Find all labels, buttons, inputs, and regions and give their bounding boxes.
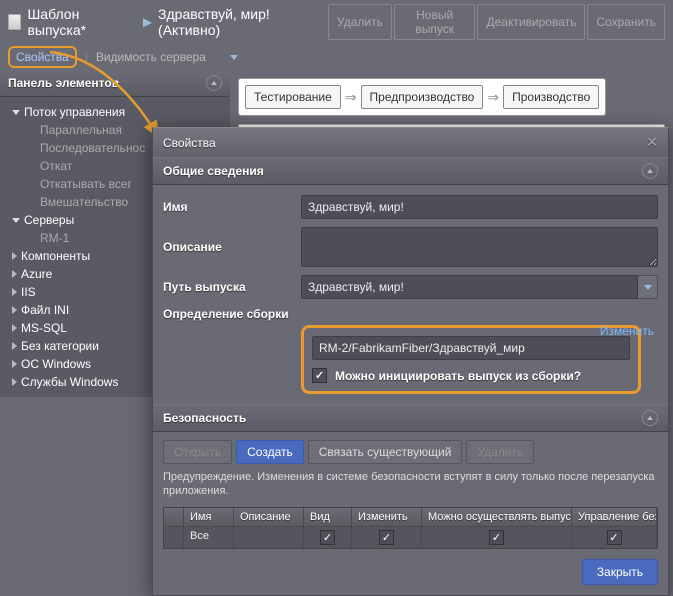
delete-button[interactable]: Удалить — [328, 4, 392, 40]
document-icon — [8, 14, 21, 30]
stage-prod[interactable]: Производство — [503, 85, 599, 109]
collapse-icon[interactable] — [206, 75, 222, 91]
tree-control-flow[interactable]: Поток управления — [4, 103, 226, 121]
name-input[interactable] — [301, 195, 658, 219]
build-definition-highlight: ✓ Можно инициировать выпуск из сборки? — [301, 325, 641, 394]
security-row[interactable]: Все ✓ ✓ ✓ ✓ — [164, 527, 657, 548]
security-grid: Имя Описание Вид Изменить Можно осуществ… — [163, 507, 658, 549]
save-button[interactable]: Сохранить — [587, 4, 665, 40]
release-path-select[interactable]: Здравствуй, мир! — [301, 275, 638, 299]
perm-edit-checkbox[interactable]: ✓ — [379, 530, 394, 545]
build-definition-input[interactable] — [312, 336, 630, 360]
perm-manage-checkbox[interactable]: ✓ — [607, 530, 622, 545]
collapse-icon[interactable] — [642, 410, 658, 426]
dialog-title: Свойства — [163, 136, 216, 150]
dialog-titlebar[interactable]: Свойства ✕ — [153, 128, 668, 157]
close-icon[interactable]: ✕ — [646, 134, 658, 151]
collapse-icon[interactable] — [642, 163, 658, 179]
col-desc[interactable]: Описание — [234, 508, 304, 527]
tab-server-visibility-label: Видимость сервера — [96, 50, 206, 64]
new-release-button[interactable]: Новый выпуск — [394, 4, 476, 40]
divider: | — [85, 50, 88, 64]
col-release[interactable]: Можно осуществлять выпуск — [422, 508, 572, 527]
arrow-icon: ⇒ — [341, 89, 361, 106]
delete-security-button[interactable]: Удалить — [466, 440, 534, 464]
chevron-down-icon — [230, 55, 238, 60]
toolbox-header[interactable]: Панель элементов — [0, 70, 230, 97]
properties-dialog: Свойства ✕ Общие сведения Имя Описание П… — [152, 127, 669, 596]
toolbox-title: Панель элементов — [8, 76, 119, 90]
link-existing-button[interactable]: Связать существующий — [308, 440, 463, 464]
change-link[interactable]: Изменить — [600, 324, 654, 338]
build-def-label: Определение сборки — [163, 307, 293, 321]
trigger-from-build-checkbox[interactable]: ✓ — [312, 368, 327, 383]
col-blank — [164, 508, 184, 527]
arrow-icon: ⇒ — [483, 89, 503, 106]
sub-bar: Свойства | Видимость сервера — [0, 44, 673, 70]
section-general[interactable]: Общие сведения — [153, 157, 668, 185]
col-edit[interactable]: Изменить — [352, 508, 422, 527]
col-view[interactable]: Вид — [304, 508, 352, 527]
stage-testing[interactable]: Тестирование — [245, 85, 341, 109]
create-button[interactable]: Создать — [236, 440, 304, 464]
breadcrumb-template[interactable]: Шаблон выпуска* — [27, 6, 136, 38]
name-label: Имя — [163, 200, 293, 214]
tab-server-visibility[interactable]: Видимость сервера — [96, 50, 238, 64]
section-security[interactable]: Безопасность — [153, 404, 668, 432]
perm-release-checkbox[interactable]: ✓ — [489, 530, 504, 545]
open-button[interactable]: Открыть — [163, 440, 232, 464]
stage-pipeline: Тестирование ⇒ Предпроизводство ⇒ Произв… — [238, 78, 606, 116]
deactivate-button[interactable]: Деактивировать — [477, 4, 585, 40]
breadcrumb-release[interactable]: Здравствуй, мир! (Активно) — [158, 6, 328, 38]
close-button[interactable]: Закрыть — [582, 559, 658, 585]
security-warning: Предупреждение. Изменения в системе безо… — [153, 468, 668, 507]
description-input[interactable] — [301, 227, 658, 267]
release-path-label: Путь выпуска — [163, 280, 293, 294]
col-name[interactable]: Имя — [184, 508, 234, 527]
perm-view-checkbox[interactable]: ✓ — [320, 530, 335, 545]
row-name: Все — [184, 527, 234, 548]
col-manage[interactable]: Управление без... — [572, 508, 657, 527]
top-bar: Шаблон выпуска* ▶ Здравствуй, мир! (Акти… — [0, 0, 673, 44]
stage-preprod[interactable]: Предпроизводство — [361, 85, 484, 109]
description-label: Описание — [163, 240, 293, 254]
dropdown-icon[interactable] — [638, 275, 658, 299]
trigger-from-build-label: Можно инициировать выпуск из сборки? — [335, 369, 581, 383]
tab-properties[interactable]: Свойства — [8, 46, 77, 68]
chevron-right-icon: ▶ — [137, 15, 158, 29]
